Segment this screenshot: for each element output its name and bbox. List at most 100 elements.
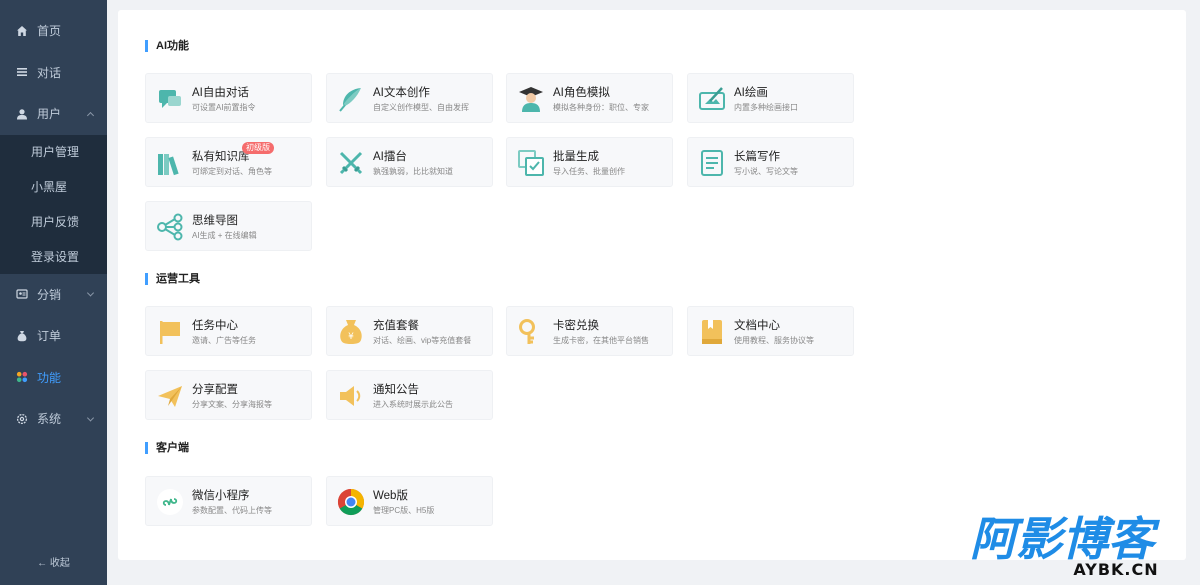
nav-features[interactable]: 功能 (0, 357, 107, 399)
speaker-icon (340, 386, 361, 406)
feather-icon (339, 88, 361, 112)
card-desc: 分享文案、分享海报等 (192, 400, 272, 409)
section-title-ai: AI功能 (145, 40, 189, 52)
card-ai-arena[interactable]: AI擂台 孰强孰弱，比比就知道 (326, 137, 493, 187)
batch-check-icon (518, 150, 544, 176)
card-task-center[interactable]: 任务中心 邀请、广告等任务 (145, 306, 312, 356)
home-icon (16, 25, 28, 37)
card-title: Web版 (373, 490, 408, 502)
card-announcement[interactable]: 通知公告 进入系统时展示此公告 (326, 370, 493, 420)
card-title: 微信小程序 (192, 490, 250, 502)
card-desc: 管理PC版、H5版 (373, 506, 435, 515)
card-ai-chat[interactable]: AI自由对话 可设置AI前置指令 (145, 73, 312, 123)
card-title: 思维导图 (192, 215, 238, 227)
card-title: 批量生成 (553, 151, 599, 163)
main-panel: AI功能 AI自由对话 可设置AI前置指令 AI文本创作 自定义创作模型、自由发… (118, 10, 1186, 560)
paper-plane-icon (158, 386, 182, 407)
crossed-swords-icon (339, 151, 363, 175)
painting-icon (699, 87, 725, 110)
card-desc: 参数配置、代码上传等 (192, 506, 272, 515)
nav-distribution-label: 分销 (37, 287, 62, 302)
card-title: AI角色模拟 (553, 87, 610, 99)
mindmap-icon (157, 213, 183, 241)
user-submenu: 用户管理 小黑屋 用户反馈 登录设置 (0, 134, 107, 274)
card-ai-role[interactable]: AI角色模拟 模拟各种身份：职位、专家 (506, 73, 673, 123)
chevron-up-icon (86, 111, 95, 119)
card-title: 充值套餐 (373, 320, 419, 332)
submenu-feedback[interactable]: 用户反馈 (0, 204, 107, 239)
miniprogram-icon (157, 489, 183, 515)
nav-system[interactable]: 系统 (0, 398, 107, 440)
card-batch-generate[interactable]: 批量生成 导入任务、批量创作 (506, 137, 673, 187)
card-knowledge-base[interactable]: 私有知识库 可绑定到对话、角色等 初级版 (145, 137, 312, 187)
card-doc-center[interactable]: 文档中心 使用教程、服务协议等 (687, 306, 854, 356)
nav-chat[interactable]: 对话 (0, 52, 107, 94)
card-title: 私有知识库 (192, 151, 250, 163)
card-web-version[interactable]: Web版 管理PC版、H5版 (326, 476, 493, 526)
card-desc: 模拟各种身份：职位、专家 (553, 103, 649, 112)
card-card-redeem[interactable]: 卡密兑换 生成卡密，在其他平台销售 (506, 306, 673, 356)
nav-home-label: 首页 (37, 24, 62, 39)
nav-system-label: 系统 (37, 412, 62, 427)
card-desc: 导入任务、批量创作 (553, 167, 625, 176)
card-recharge-plans[interactable]: ¥ 充值套餐 对话、绘画、vip等充值套餐 (326, 306, 493, 356)
chevron-down-icon (86, 414, 95, 422)
card-title: AI自由对话 (192, 87, 249, 99)
card-ai-painting[interactable]: AI绘画 内置多种绘画接口 (687, 73, 854, 123)
card-long-writing[interactable]: 长篇写作 写小说、写论文等 (687, 137, 854, 187)
chat-bubbles-icon (159, 90, 181, 108)
section-title-client: 客户端 (145, 442, 189, 454)
flag-icon (160, 321, 180, 344)
collapse-button[interactable]: ← 收起 (0, 554, 107, 569)
card-title: 卡密兑换 (553, 320, 599, 332)
card-title: 文档中心 (734, 320, 780, 332)
card-desc: 孰强孰弱，比比就知道 (373, 167, 453, 176)
card-mindmap[interactable]: 思维导图 AI生成 + 在线编辑 (145, 201, 312, 251)
card-title: AI擂台 (373, 151, 407, 163)
user-icon (16, 108, 28, 120)
nav-features-label: 功能 (37, 370, 62, 385)
money-bag-icon (16, 330, 28, 342)
nav-orders[interactable]: 订单 (0, 315, 107, 357)
chevron-down-icon (86, 289, 95, 297)
books-icon (158, 154, 179, 176)
distribution-icon (16, 288, 28, 300)
card-desc: 对话、绘画、vip等充值套餐 (373, 336, 472, 345)
submenu-user-management[interactable]: 用户管理 (0, 135, 107, 170)
key-icon (519, 319, 535, 344)
watermark-logo: 阿影博客 AYBK.CN (970, 512, 1160, 579)
card-desc: 内置多种绘画接口 (734, 103, 798, 112)
sidebar: 首页 对话 用户 用户管理 小黑屋 用户反馈 登录设置 分销 订单 功能 系统 … (0, 0, 107, 585)
card-desc: 生成卡密，在其他平台销售 (553, 336, 649, 345)
nav-orders-label: 订单 (37, 329, 62, 344)
card-share-config[interactable]: 分享配置 分享文案、分享海报等 (145, 370, 312, 420)
graduate-icon (519, 87, 543, 112)
submenu-blacklist[interactable]: 小黑屋 (0, 169, 107, 204)
nav-user[interactable]: 用户 (0, 93, 107, 135)
settings-icon (16, 413, 28, 425)
chrome-icon (337, 488, 365, 516)
card-title: AI绘画 (734, 87, 768, 99)
document-icon (701, 150, 723, 176)
nav-distribution[interactable]: 分销 (0, 274, 107, 316)
svg-text:¥: ¥ (348, 332, 354, 342)
submenu-login-settings[interactable]: 登录设置 (0, 239, 107, 274)
card-title: 任务中心 (192, 320, 238, 332)
apps-icon (16, 371, 28, 383)
nav-home[interactable]: 首页 (0, 10, 107, 52)
watermark-main: 阿影博客 (970, 512, 1160, 566)
section-title-operations: 运营工具 (145, 273, 200, 285)
card-desc: 进入系统时展示此公告 (373, 400, 453, 409)
card-title: 通知公告 (373, 384, 419, 396)
book-icon (702, 320, 722, 344)
card-desc: 可绑定到对话、角色等 (192, 167, 272, 176)
card-title: AI文本创作 (373, 87, 430, 99)
card-desc: 使用教程、服务协议等 (734, 336, 814, 345)
watermark-sub: AYBK.CN (1073, 560, 1158, 579)
card-ai-text[interactable]: AI文本创作 自定义创作模型、自由发挥 (326, 73, 493, 123)
card-desc: 可设置AI前置指令 (192, 103, 256, 112)
card-desc: 自定义创作模型、自由发挥 (373, 103, 469, 112)
card-desc: 写小说、写论文等 (734, 167, 798, 176)
nav-user-label: 用户 (37, 107, 62, 122)
card-wechat-miniprogram[interactable]: 微信小程序 参数配置、代码上传等 (145, 476, 312, 526)
